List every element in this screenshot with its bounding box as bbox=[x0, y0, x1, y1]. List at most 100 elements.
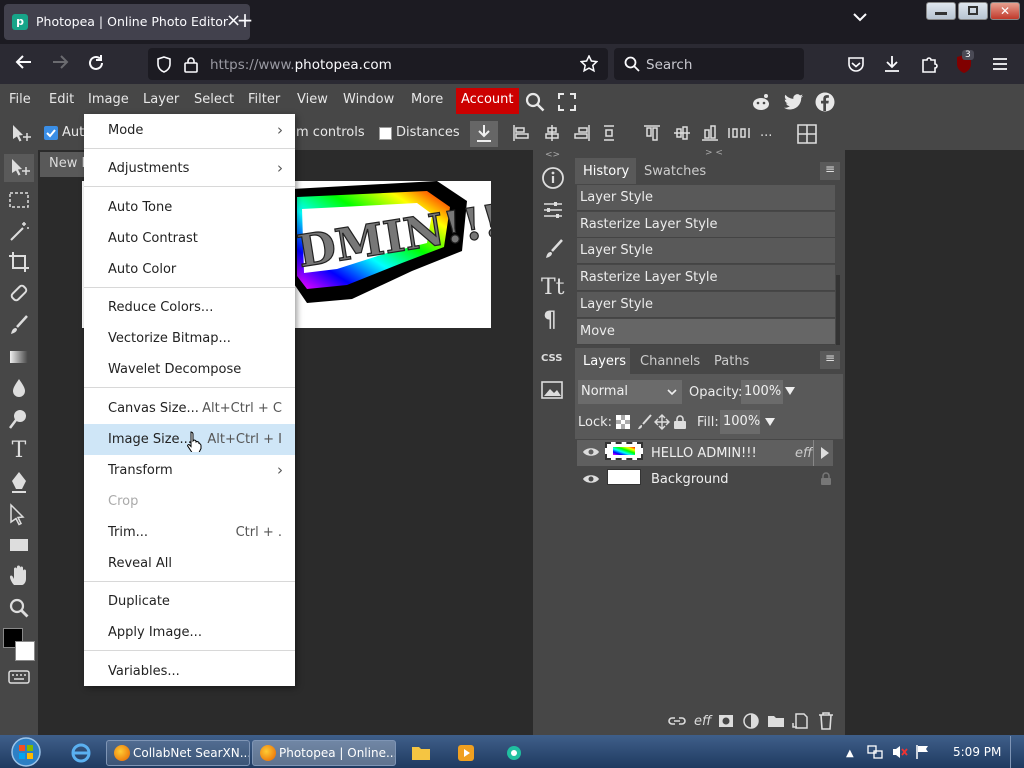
delete-layer-icon[interactable] bbox=[818, 712, 834, 730]
path-select-tool-icon[interactable] bbox=[7, 502, 31, 526]
paragraph-icon[interactable]: ¶ bbox=[543, 308, 557, 333]
css-icon[interactable]: CSS bbox=[541, 353, 562, 364]
app-icon[interactable] bbox=[505, 744, 523, 762]
fill-dropdown-icon[interactable] bbox=[764, 417, 776, 427]
gradient-tool-icon[interactable] bbox=[7, 345, 31, 369]
rectangle-tool-icon[interactable] bbox=[7, 533, 31, 557]
magic-wand-tool-icon[interactable] bbox=[7, 219, 31, 243]
tracking-shield-icon[interactable] bbox=[156, 56, 172, 73]
link-layers-icon[interactable] bbox=[668, 714, 686, 728]
lock-icon[interactable] bbox=[184, 56, 198, 73]
app-search-icon[interactable] bbox=[525, 92, 545, 112]
adjustments-icon[interactable] bbox=[541, 198, 565, 222]
healing-brush-tool-icon[interactable] bbox=[7, 281, 31, 305]
zoom-tool-icon[interactable] bbox=[7, 596, 31, 620]
menu-select[interactable]: Select bbox=[194, 92, 234, 107]
tab-swatches[interactable]: Swatches bbox=[644, 164, 706, 179]
media-player-icon[interactable] bbox=[457, 744, 475, 762]
history-entry[interactable]: Layer Style bbox=[577, 292, 835, 318]
show-hidden-icons[interactable]: ▲ bbox=[846, 748, 854, 759]
grid-layout-icon[interactable] bbox=[796, 123, 818, 145]
back-arrow-icon[interactable] bbox=[14, 54, 32, 70]
show-desktop-button[interactable] bbox=[1010, 736, 1024, 768]
lock-transparency-icon[interactable] bbox=[616, 415, 630, 429]
distribute-icon[interactable] bbox=[602, 124, 616, 142]
add-mask-icon[interactable] bbox=[718, 714, 734, 728]
reload-icon[interactable] bbox=[87, 54, 105, 72]
align-bottom-icon[interactable] bbox=[701, 124, 719, 142]
brush-tool-icon[interactable] bbox=[7, 313, 31, 337]
menu-item-auto-color[interactable]: Auto Color bbox=[84, 254, 295, 285]
adjustment-layer-icon[interactable] bbox=[743, 713, 759, 729]
align-middle-icon[interactable] bbox=[673, 124, 691, 142]
marquee-tool-icon[interactable] bbox=[7, 188, 31, 212]
align-center-icon[interactable] bbox=[543, 124, 561, 142]
extensions-icon[interactable] bbox=[920, 55, 938, 73]
blend-mode-select[interactable]: Normal bbox=[578, 380, 682, 404]
bookmark-star-icon[interactable] bbox=[580, 55, 598, 73]
clock[interactable]: 5:09 PM bbox=[953, 745, 1001, 759]
file-explorer-icon[interactable] bbox=[411, 745, 431, 761]
menu-item-reduce-colors[interactable]: Reduce Colors... bbox=[84, 292, 295, 323]
menu-item-vectorize-bitmap[interactable]: Vectorize Bitmap... bbox=[84, 323, 295, 354]
lock-all-icon[interactable] bbox=[673, 414, 687, 430]
history-entry[interactable]: Layer Style bbox=[577, 238, 835, 264]
collapse-panels-icon[interactable]: > < bbox=[705, 148, 723, 158]
opacity-input[interactable]: 100% bbox=[741, 380, 783, 404]
menu-item-reveal-all[interactable]: Reveal All bbox=[84, 548, 295, 579]
facebook-icon[interactable] bbox=[815, 92, 835, 112]
restore-window-button[interactable] bbox=[958, 2, 988, 20]
menu-item-wavelet-decompose[interactable]: Wavelet Decompose bbox=[84, 354, 295, 385]
keyboard-icon[interactable] bbox=[8, 670, 30, 684]
menu-item-duplicate[interactable]: Duplicate bbox=[84, 586, 295, 617]
twitter-icon[interactable] bbox=[784, 93, 804, 111]
history-entry[interactable]: Rasterize Layer Style bbox=[577, 265, 835, 291]
menu-item-canvas-size[interactable]: Canvas Size... Alt+Ctrl + C bbox=[84, 393, 295, 424]
menu-item-mode[interactable]: Mode › bbox=[84, 115, 295, 146]
list-tabs-icon[interactable] bbox=[853, 12, 867, 22]
history-entry[interactable]: Layer Style bbox=[577, 185, 835, 211]
reddit-icon[interactable] bbox=[751, 92, 771, 112]
pocket-icon[interactable] bbox=[847, 55, 865, 73]
move-tool-icon[interactable] bbox=[10, 123, 32, 143]
history-scrollbar[interactable] bbox=[836, 275, 840, 345]
layer-effects-button[interactable]: eff bbox=[694, 714, 711, 729]
forward-arrow-icon[interactable] bbox=[52, 54, 70, 70]
visibility-eye-icon[interactable] bbox=[582, 446, 600, 458]
info-icon[interactable] bbox=[541, 166, 565, 190]
menu-file[interactable]: File bbox=[9, 92, 31, 107]
menu-edit[interactable]: Edit bbox=[49, 92, 74, 107]
crop-tool-icon[interactable] bbox=[7, 250, 31, 274]
layers-panel-menu-icon[interactable]: ≡ bbox=[820, 351, 840, 369]
search-input[interactable]: Search bbox=[646, 57, 692, 73]
lock-position-icon[interactable] bbox=[654, 414, 670, 430]
minimize-window-button[interactable] bbox=[926, 2, 956, 20]
fullscreen-icon[interactable] bbox=[558, 93, 576, 111]
account-button[interactable]: Account bbox=[456, 88, 519, 114]
menu-item-transform[interactable]: Transform › bbox=[84, 455, 295, 486]
align-left-icon[interactable] bbox=[512, 124, 530, 142]
network-icon[interactable] bbox=[866, 744, 884, 760]
align-download-button[interactable] bbox=[470, 121, 498, 147]
tab-paths[interactable]: Paths bbox=[714, 354, 749, 369]
tool-move-selected[interactable] bbox=[4, 154, 34, 182]
distances-checkbox[interactable] bbox=[379, 127, 392, 140]
blur-tool-icon[interactable] bbox=[7, 376, 31, 400]
menu-item-auto-tone[interactable]: Auto Tone bbox=[84, 192, 295, 223]
menu-item-auto-contrast[interactable]: Auto Contrast bbox=[84, 223, 295, 254]
opacity-dropdown-icon[interactable] bbox=[784, 386, 796, 396]
new-tab-button[interactable]: + bbox=[234, 8, 256, 32]
menu-window[interactable]: Window bbox=[343, 92, 394, 107]
layer-effects-badge[interactable]: eff bbox=[795, 446, 812, 461]
close-window-button[interactable]: ✕ bbox=[990, 2, 1020, 20]
visibility-eye-icon[interactable] bbox=[582, 473, 600, 485]
type-tool-icon[interactable]: T bbox=[7, 438, 31, 463]
search-bar[interactable] bbox=[614, 48, 804, 80]
distribute-horizontal-icon[interactable] bbox=[728, 126, 750, 140]
dodge-tool-icon[interactable] bbox=[7, 407, 31, 431]
lock-brush-icon[interactable] bbox=[636, 414, 652, 430]
new-layer-icon[interactable] bbox=[792, 713, 808, 729]
layer-name[interactable]: HELLO ADMIN!!! bbox=[651, 446, 757, 461]
new-folder-icon[interactable] bbox=[767, 714, 785, 728]
history-panel-menu-icon[interactable]: ≡ bbox=[820, 162, 840, 180]
